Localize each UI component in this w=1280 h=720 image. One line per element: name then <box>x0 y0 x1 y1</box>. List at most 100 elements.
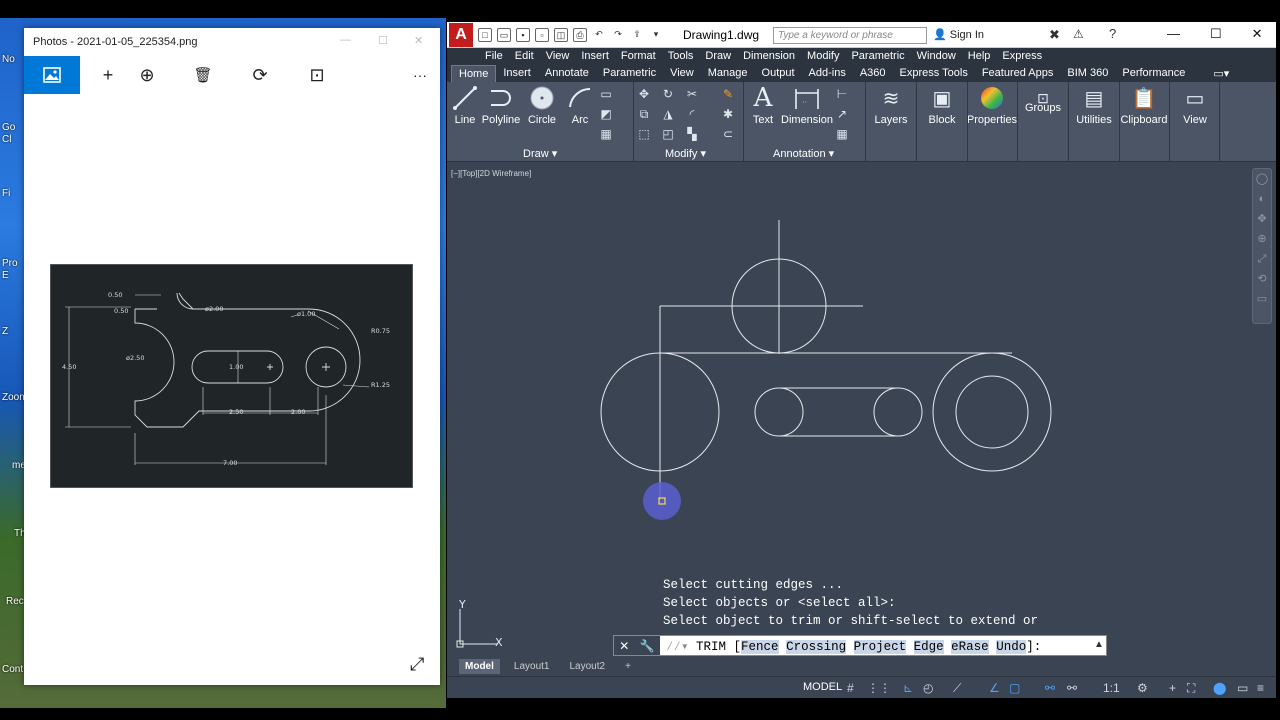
tab-a360[interactable]: A360 <box>853 65 893 82</box>
tab-bim-360[interactable]: BIM 360 <box>1060 65 1115 82</box>
ribbon-toggle-icon[interactable]: ▭▾ <box>1206 65 1236 82</box>
option-crossing[interactable]: Crossing <box>786 640 847 654</box>
leader-icon[interactable]: ↗ <box>835 107 849 121</box>
menu-window[interactable]: Window <box>911 48 962 65</box>
menu-draw[interactable]: Draw <box>699 48 737 65</box>
clean-screen-icon[interactable]: ▭ <box>1237 681 1248 695</box>
grid-icon[interactable]: # <box>847 681 854 695</box>
sign-in-button[interactable]: 👤 Sign In <box>933 28 984 41</box>
slot-circle-left[interactable] <box>754 387 804 437</box>
desktop-icon-label[interactable]: Go <box>2 122 15 133</box>
menu-tools[interactable]: Tools <box>662 48 700 65</box>
close-icon[interactable]: ✕ <box>619 639 629 653</box>
undo-icon[interactable]: ↶ <box>592 28 606 42</box>
plus-icon[interactable]: + <box>1169 681 1176 695</box>
navigation-bar[interactable]: ◯ ◐ ✥ ⊕ ⤢ ⟲ ▭ <box>1252 168 1272 324</box>
menu-format[interactable]: Format <box>615 48 662 65</box>
units-icon[interactable]: ⛶ <box>1187 681 1195 696</box>
desktop-icon-label[interactable]: Cl <box>2 134 11 145</box>
tab-parametric[interactable]: Parametric <box>596 65 663 82</box>
menu-help[interactable]: Help <box>962 48 997 65</box>
table-icon[interactable]: ▦ <box>835 127 849 141</box>
panel-modify[interactable]: Modify ▾ <box>665 147 706 160</box>
search-input[interactable]: Type a keyword or phrase <box>773 27 927 44</box>
menu-modify[interactable]: Modify <box>801 48 845 65</box>
erase-icon[interactable]: ✎ <box>721 87 735 101</box>
copy-icon[interactable]: ⧉ <box>637 107 651 121</box>
circle-right-outer[interactable] <box>932 352 1052 472</box>
desktop-icon-label[interactable]: No <box>2 54 15 65</box>
annotation-visibility-icon[interactable]: ⚯ <box>1045 681 1055 695</box>
fillet-icon[interactable]: ◜ <box>685 107 699 121</box>
option-undo[interactable]: Undo <box>996 640 1027 654</box>
rotate-icon[interactable]: ⟳ <box>232 56 288 94</box>
rotate-icon[interactable]: ↻ <box>661 87 675 101</box>
tab-manage[interactable]: Manage <box>701 65 755 82</box>
wrench-icon[interactable]: 🔧 <box>640 639 655 653</box>
snap-icon[interactable]: ⋮⋮ <box>867 681 891 695</box>
isolate-objects-icon[interactable]: ⬤ <box>1213 681 1226 695</box>
command-prompt[interactable]: ⁄⁄▾ TRIM [Fence Crossing Project Edge eR… <box>666 638 1041 654</box>
add-layout-button[interactable]: + <box>619 659 637 674</box>
option-project[interactable]: Project <box>853 640 907 654</box>
option-edge[interactable]: Edge <box>913 640 944 654</box>
tab-featured-apps[interactable]: Featured Apps <box>975 65 1061 82</box>
scale-icon[interactable]: ◰ <box>661 127 675 141</box>
menu-parametric[interactable]: Parametric <box>845 48 910 65</box>
open-web-icon[interactable]: ◫ <box>554 28 568 42</box>
annotation-scale[interactable]: 1:1 <box>1103 681 1120 695</box>
menu-dimension[interactable]: Dimension <box>737 48 801 65</box>
zoom-icon[interactable]: ⊕ <box>119 56 175 94</box>
gradient-icon[interactable]: ▦ <box>599 127 613 141</box>
desktop-icon-label[interactable]: Pro <box>2 258 18 269</box>
object-snap-icon[interactable]: ▢ <box>1009 681 1020 695</box>
option-erase[interactable]: eRase <box>951 640 989 654</box>
array-icon[interactable]: ▚ <box>685 127 699 141</box>
save-icon[interactable]: ▪ <box>516 28 530 42</box>
redo-icon[interactable]: ↷ <box>611 28 625 42</box>
workspace-gear-icon[interactable]: ⚙ <box>1137 681 1148 695</box>
desktop-icon-label[interactable]: Fi <box>2 188 10 199</box>
maximize-button[interactable]: ☐ <box>378 34 388 47</box>
option-fence[interactable]: Fence <box>741 640 779 654</box>
menu-edit[interactable]: Edit <box>509 48 540 65</box>
help-icon[interactable]: ? <box>1109 26 1116 41</box>
save-as-icon[interactable]: ▫ <box>535 28 549 42</box>
share-icon[interactable]: ⇪ <box>630 28 644 42</box>
delete-icon[interactable]: 🗑 <box>175 56 231 94</box>
model-space-button[interactable]: MODEL <box>803 681 842 693</box>
offset-icon[interactable]: ⊂ <box>721 127 735 141</box>
ortho-icon[interactable]: ⊾ <box>903 681 913 695</box>
minimize-button[interactable]: — <box>340 34 351 46</box>
command-history-toggle-icon[interactable]: ▲ <box>1094 639 1104 650</box>
mirror-icon[interactable]: ◮ <box>661 107 675 121</box>
menu-file[interactable]: File <box>479 48 509 65</box>
desktop-icon-label[interactable]: Rec <box>6 596 24 607</box>
isodraft-icon[interactable]: ⟋ <box>953 681 961 696</box>
tab-output[interactable]: Output <box>755 65 802 82</box>
menu-express[interactable]: Express <box>996 48 1048 65</box>
menu-view[interactable]: View <box>540 48 576 65</box>
tab-layout2[interactable]: Layout2 <box>563 659 611 674</box>
move-icon[interactable]: ✥ <box>637 87 651 101</box>
desktop-icon-label[interactable]: Cont <box>2 664 23 675</box>
open-file-icon[interactable]: ▭ <box>497 28 511 42</box>
autodesk-app-icon[interactable]: ⚠ <box>1073 27 1084 41</box>
polar-icon[interactable]: ◴ <box>923 681 933 695</box>
close-button[interactable]: ✕ <box>414 34 423 47</box>
slot-circle-right[interactable] <box>873 387 923 437</box>
linear-dim-icon[interactable]: ⊢ <box>835 87 849 101</box>
tab-add-ins[interactable]: Add-ins <box>802 65 853 82</box>
trim-icon[interactable]: ✂ <box>685 87 699 101</box>
minimize-button[interactable]: — <box>1167 26 1180 42</box>
tab-view[interactable]: View <box>663 65 701 82</box>
panel-draw[interactable]: Draw ▾ <box>523 147 557 160</box>
maximize-button[interactable]: ☐ <box>1210 26 1222 42</box>
image-icon[interactable] <box>24 56 80 94</box>
crop-icon[interactable]: ⊡ <box>289 56 345 94</box>
new-file-icon[interactable]: □ <box>478 28 492 42</box>
more-options-button[interactable]: ··· <box>392 56 448 94</box>
expand-icon[interactable]: ⤢ <box>410 654 424 675</box>
desktop-icon-label[interactable]: E <box>2 270 9 281</box>
tab-annotate[interactable]: Annotate <box>538 65 596 82</box>
